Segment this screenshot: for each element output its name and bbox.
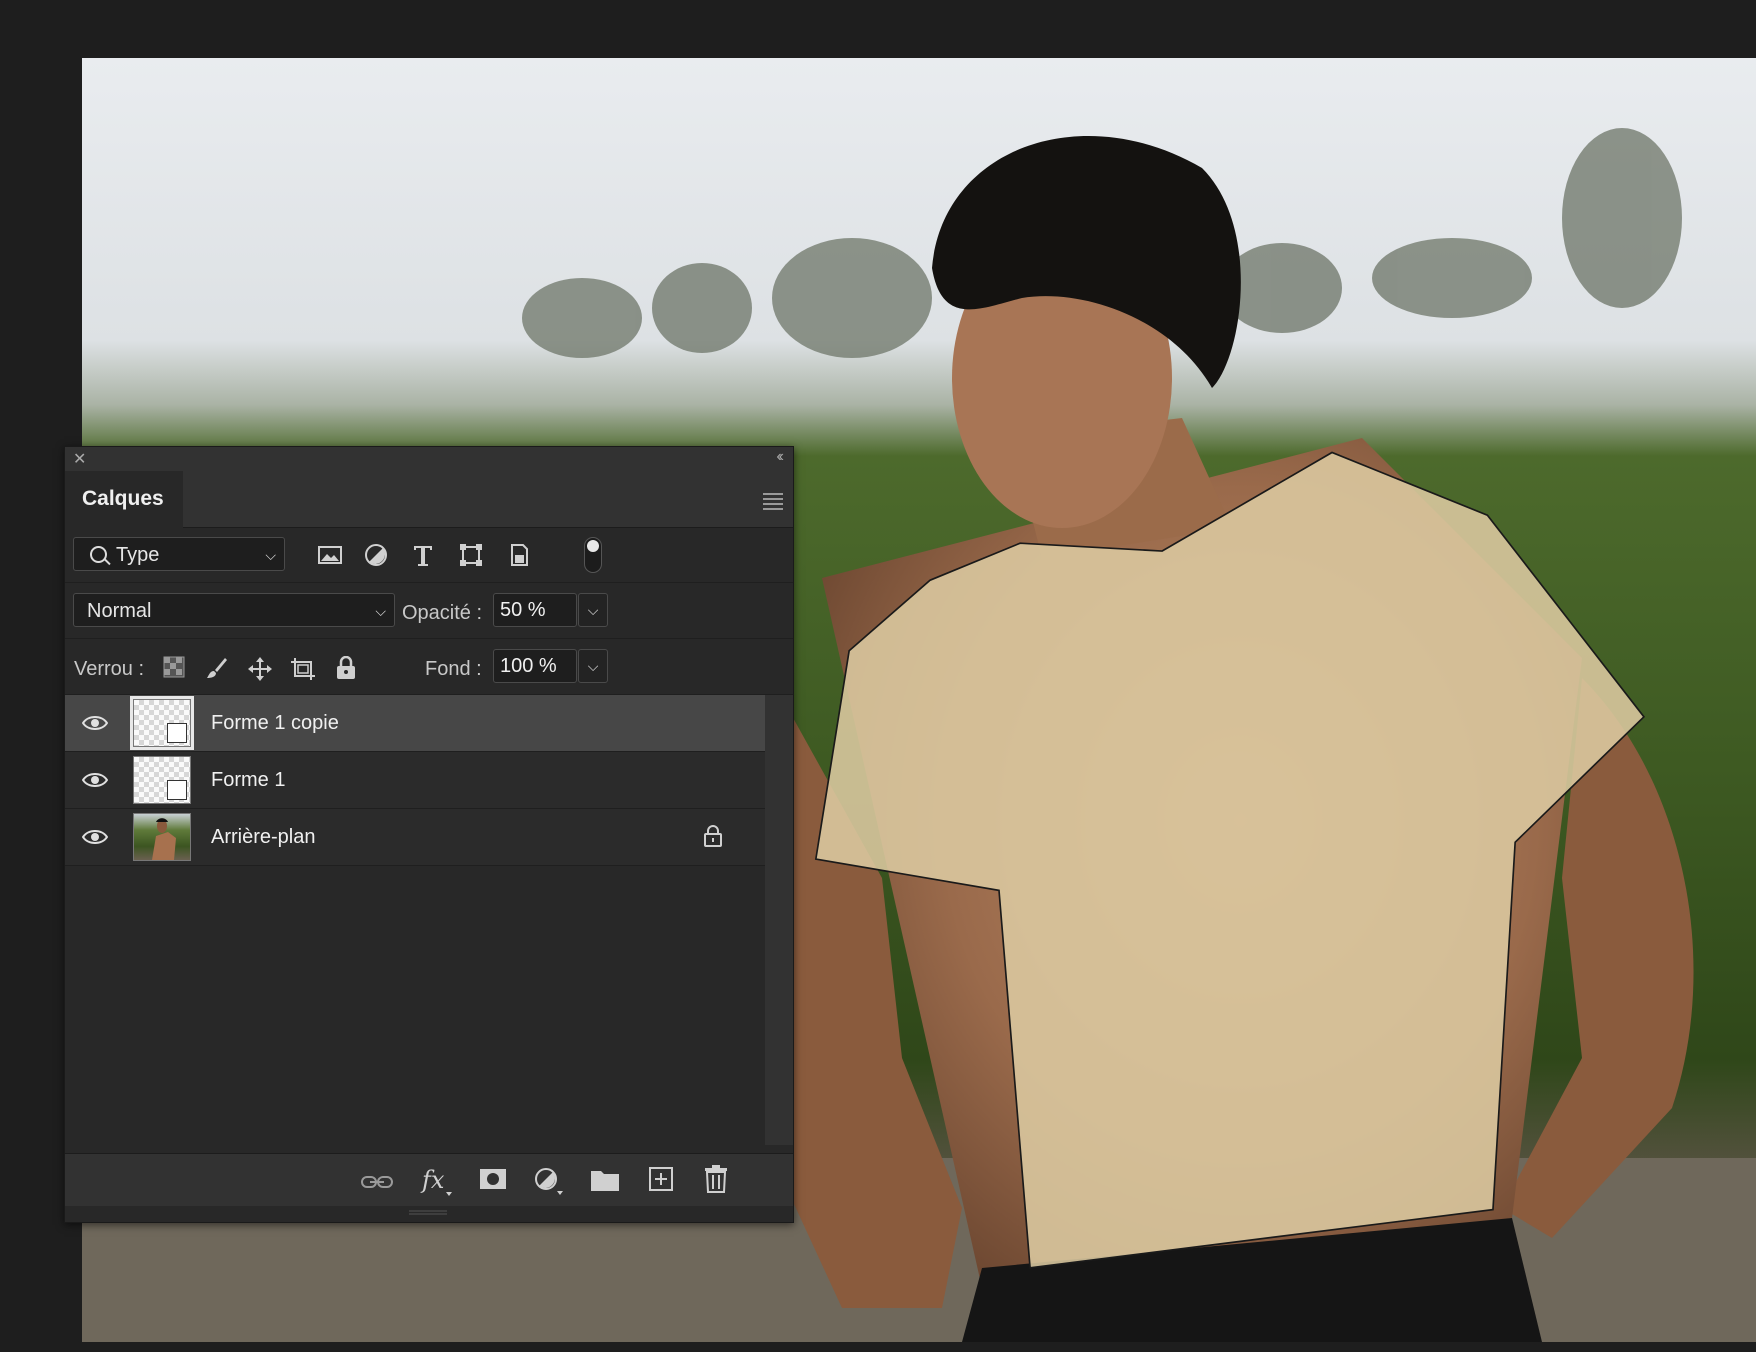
lock-all-icon[interactable] xyxy=(335,656,357,680)
layer-row-forme-1-copie[interactable]: Forme 1 copie xyxy=(65,695,765,752)
search-icon xyxy=(90,546,107,563)
layer-name[interactable]: Forme 1 copie xyxy=(211,712,339,735)
type-layer-filter-icon[interactable] xyxy=(410,542,436,568)
fill-label: Fond : xyxy=(425,658,482,680)
delete-layer-trash-icon[interactable] xyxy=(704,1165,728,1193)
panel-titlebar[interactable]: ✕ ‹‹ xyxy=(65,447,793,471)
layer-list-scrollbar[interactable] xyxy=(765,695,793,1145)
collapse-icon[interactable]: ‹‹ xyxy=(776,448,783,466)
filter-kind-value: Type xyxy=(116,544,160,566)
layer-name[interactable]: Arrière-plan xyxy=(211,826,315,849)
visibility-eye-icon[interactable] xyxy=(82,827,108,847)
add-mask-icon[interactable] xyxy=(479,1168,507,1190)
layer-row-forme-1[interactable]: Forme 1 xyxy=(65,752,765,809)
blend-row: Normal ⌵ Opacité : 50 % ⌵ xyxy=(65,583,793,639)
layer-thumbnail[interactable] xyxy=(133,813,191,861)
tab-calques[interactable]: Calques xyxy=(65,471,183,528)
fill-input[interactable]: 100 % xyxy=(493,649,577,683)
blend-mode-dropdown[interactable]: Normal ⌵ xyxy=(73,593,395,627)
lock-position-move-icon[interactable] xyxy=(247,656,273,682)
panel-footer-toolbar: fx xyxy=(65,1153,793,1206)
link-layers-icon[interactable] xyxy=(361,1174,393,1190)
close-icon[interactable]: ✕ xyxy=(73,449,86,469)
filter-toggle-switch[interactable] xyxy=(584,537,602,573)
filter-row: Type ⌵ xyxy=(65,527,793,583)
blend-mode-value: Normal xyxy=(87,600,152,622)
lock-pixels-brush-icon[interactable] xyxy=(205,656,229,680)
shape-layer-filter-icon[interactable] xyxy=(458,542,484,568)
adjustment-layer-filter-icon[interactable] xyxy=(363,542,389,568)
new-group-folder-icon[interactable] xyxy=(590,1168,620,1192)
layer-thumbnail[interactable] xyxy=(133,756,191,804)
visibility-eye-icon[interactable] xyxy=(82,770,108,790)
lock-artboard-icon[interactable] xyxy=(289,656,317,682)
opacity-slider-toggle[interactable]: ⌵ xyxy=(578,593,608,627)
layer-name[interactable]: Forme 1 xyxy=(211,769,285,792)
panel-menu-icon[interactable] xyxy=(763,493,783,510)
lock-transparency-icon[interactable] xyxy=(163,656,185,678)
fill-slider-toggle[interactable]: ⌵ xyxy=(578,649,608,683)
svg-text:fx: fx xyxy=(420,1166,445,1194)
chevron-down-icon: ⌵ xyxy=(375,603,386,619)
photo-thumbnail-image xyxy=(152,818,176,860)
vector-shape-icon xyxy=(167,780,187,800)
vector-shape-icon xyxy=(167,723,187,743)
lock-label: Verrou : xyxy=(74,658,145,680)
chevron-down-icon: ⌵ xyxy=(265,547,276,563)
smart-object-filter-icon[interactable] xyxy=(506,542,532,568)
resize-grip[interactable] xyxy=(405,1209,451,1217)
layer-thumbnail[interactable] xyxy=(133,699,191,747)
panel-tabbar: Calques xyxy=(65,471,793,528)
filter-kind-dropdown[interactable]: Type ⌵ xyxy=(73,537,285,571)
new-layer-icon[interactable] xyxy=(648,1166,674,1192)
layer-style-fx-icon[interactable]: fx xyxy=(420,1164,454,1198)
layers-panel: ✕ ‹‹ Calques Type ⌵ Normal ⌵ Opacité: 5… xyxy=(64,446,794,1223)
opacity-input[interactable]: 50 % xyxy=(493,593,577,627)
lock-row: Verrou : Fond : 100 % ⌵ xyxy=(65,639,793,695)
new-adjustment-layer-icon[interactable] xyxy=(533,1166,565,1196)
layer-row-arriere-plan[interactable]: Arrière-plan xyxy=(65,809,765,866)
opacity-label: Opacité : xyxy=(402,602,483,624)
visibility-eye-icon[interactable] xyxy=(82,713,108,733)
layer-lock-icon[interactable] xyxy=(703,825,723,847)
layer-list: Forme 1 copie Forme 1 Arrière-plan xyxy=(65,695,765,1135)
pixel-layer-filter-icon[interactable] xyxy=(317,542,343,568)
